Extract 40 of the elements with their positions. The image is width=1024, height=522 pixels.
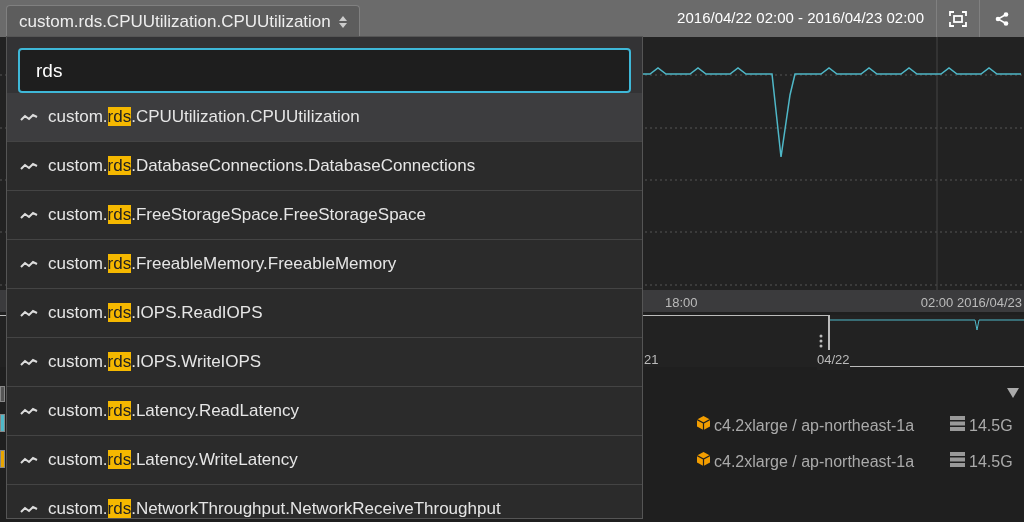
search-field[interactable]: rds <box>18 48 631 93</box>
dropdown-triangle-icon[interactable] <box>1007 388 1019 398</box>
sort-caret-icon <box>338 15 347 28</box>
metric-name: custom.rds.NetworkThroughput.NetworkReceiveThroughput <box>48 499 501 518</box>
share-icon <box>995 11 1009 26</box>
time-range: 2016/04/22 02:00 - 2016/04/23 02:00 <box>677 8 924 29</box>
axis-label: 02:00 2016/04/23 <box>920 294 1022 312</box>
axis-label: 18:00 <box>665 294 698 312</box>
trend-line-icon <box>20 210 38 220</box>
metric-name: custom.rds.IOPS.WriteIOPS <box>48 352 262 372</box>
metric-name: custom.rds.Latency.ReadLatency <box>48 401 300 421</box>
memory-icon <box>950 416 965 431</box>
trend-line-icon <box>20 112 38 122</box>
memory-size: 14.5G <box>969 416 1013 436</box>
navigator-label: 04/22 <box>817 350 850 370</box>
trend-line-icon <box>20 161 38 171</box>
metric-name: custom.rds.CPUUtilization.CPUUtilization <box>48 107 360 127</box>
memory-size: 14.5G <box>969 452 1013 472</box>
trend-line-icon <box>20 406 38 416</box>
navigator-label: 21 <box>644 351 659 369</box>
instance-type: c4.2xlarge / ap-northeast-1a <box>714 416 915 436</box>
trend-line-icon <box>20 259 38 269</box>
metric-name: custom.rds.FreeStorageSpace.FreeStorageSpace <box>48 205 426 225</box>
memory-icon <box>950 452 965 467</box>
metric-name: custom.rds.FreeableMemory.FreeableMemory <box>48 254 397 274</box>
trend-line-icon <box>20 504 38 514</box>
navigator-handle-icon[interactable] <box>819 334 823 348</box>
trend-line-icon <box>20 455 38 465</box>
fit-screen-icon <box>949 10 967 27</box>
metric-option[interactable]: custom.rds.CPUUtilization.CPUUtilization <box>7 93 642 142</box>
checkbox-icon[interactable] <box>0 386 5 402</box>
metric-dropdown-button[interactable]: custom.rds.CPUUtilization.CPUUtilization <box>6 5 360 37</box>
instance-type: c4.2xlarge / ap-northeast-1a <box>714 452 915 472</box>
trend-line-icon <box>20 357 38 367</box>
metric-name: custom.rds.IOPS.ReadIOPS <box>48 303 263 323</box>
cube-icon <box>697 416 710 430</box>
cube-icon <box>697 452 710 466</box>
metric-name: custom.rds.DatabaseConnections.DatabaseConnections <box>48 156 476 176</box>
trend-line-icon <box>20 308 38 318</box>
metric-name: custom.rds.Latency.WriteLatency <box>48 450 298 470</box>
